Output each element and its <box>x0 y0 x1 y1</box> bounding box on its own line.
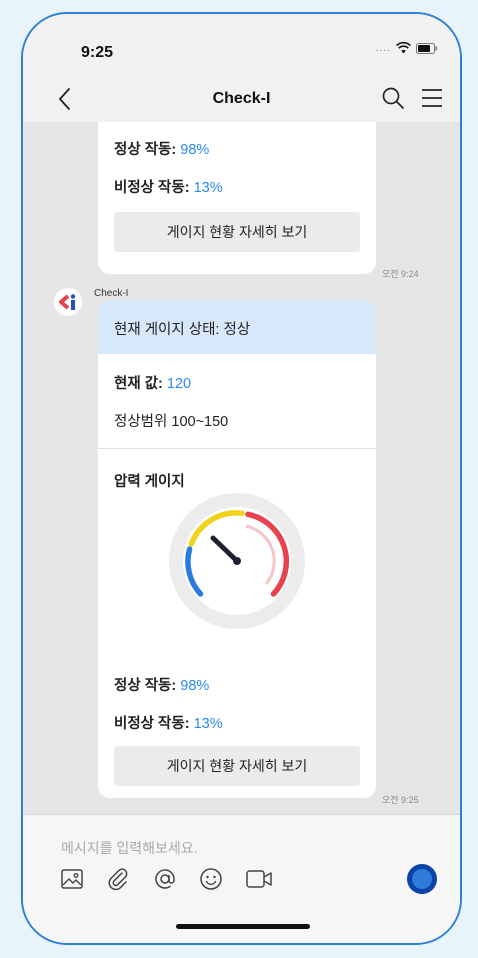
abnormal-operation-label: 비정상 작동: <box>114 180 190 196</box>
divider <box>98 448 376 449</box>
mention-button[interactable] <box>152 866 178 892</box>
home-indicator <box>176 924 310 929</box>
normal-operation-value: 98% <box>180 142 210 158</box>
emoji-icon <box>200 868 222 890</box>
file-attach-button[interactable] <box>105 866 131 892</box>
image-attach-button[interactable] <box>59 866 85 892</box>
abnormal-operation-value: 13% <box>193 180 223 196</box>
search-button[interactable] <box>380 85 406 111</box>
gauge-state-title: 현재 게이지 상태: 정상 <box>114 322 251 338</box>
sender-name: Check-I <box>94 288 129 299</box>
normal-operation-value: 98% <box>180 678 210 694</box>
menu-button[interactable] <box>420 87 444 109</box>
wifi-icon <box>396 42 411 54</box>
search-icon <box>382 87 404 109</box>
send-button[interactable] <box>407 864 437 894</box>
gauge-detail-button[interactable]: 게이지 현황 자세히 보기 <box>114 746 360 786</box>
check-i-logo-icon <box>59 294 76 310</box>
message-input[interactable]: 메시지를 입력해보세요. <box>61 838 198 858</box>
abnormal-operation-value: 13% <box>193 716 223 732</box>
pressure-gauge <box>162 486 312 636</box>
image-icon <box>61 869 83 889</box>
signal-dots-icon: .... <box>375 42 391 54</box>
gauge-detail-button[interactable]: 게이지 현황 자세히 보기 <box>114 212 360 252</box>
abnormal-operation-row: 비정상 작동: 13% <box>114 712 223 733</box>
composer-divider <box>23 814 460 815</box>
paperclip-icon <box>108 868 128 891</box>
phone-frame: 9:25 .... Check-I 정상 작동: 98% 비정상 작동: 13%… <box>21 12 462 945</box>
status-time: 9:25 <box>81 44 114 61</box>
send-button-inner <box>412 869 432 889</box>
pressure-gauge-icon <box>169 493 305 629</box>
status-bar: 9:25 .... <box>23 14 460 76</box>
battery-icon <box>416 42 437 54</box>
message-card-gauge-status: 현재 게이지 상태: 정상 현재 값: 120 정상범위 100~150 압력 … <box>98 300 376 798</box>
normal-operation-row: 정상 작동: 98% <box>114 674 209 695</box>
bot-avatar <box>54 288 82 316</box>
normal-operation-label: 정상 작동: <box>114 678 177 694</box>
navigation-bar: Check-I <box>23 76 460 122</box>
abnormal-operation-row: 비정상 작동: 13% <box>114 176 223 197</box>
status-icons: .... <box>376 42 438 54</box>
normal-operation-row: 정상 작동: 98% <box>114 138 209 159</box>
chat-area[interactable]: 정상 작동: 98% 비정상 작동: 13% 게이지 현황 자세히 보기 오전 … <box>23 122 460 814</box>
current-value: 120 <box>166 376 192 392</box>
normal-operation-label: 정상 작동: <box>114 142 177 158</box>
at-sign-icon <box>155 869 175 889</box>
emoji-button[interactable] <box>198 866 224 892</box>
hamburger-menu-icon <box>422 89 442 107</box>
current-value-label: 현재 값: <box>114 376 163 392</box>
message-time: 오전 9:25 <box>382 795 419 805</box>
message-time: 오전 9:24 <box>382 269 419 279</box>
gauge-state-header: 현재 게이지 상태: 정상 <box>98 300 376 354</box>
video-button[interactable] <box>245 866 272 892</box>
current-value-row: 현재 값: 120 <box>114 372 191 393</box>
normal-range-text: 정상범위 100~150 <box>114 414 229 430</box>
video-icon <box>246 870 272 888</box>
abnormal-operation-label: 비정상 작동: <box>114 716 190 732</box>
message-card-previous: 정상 작동: 98% 비정상 작동: 13% 게이지 현황 자세히 보기 <box>98 122 376 274</box>
